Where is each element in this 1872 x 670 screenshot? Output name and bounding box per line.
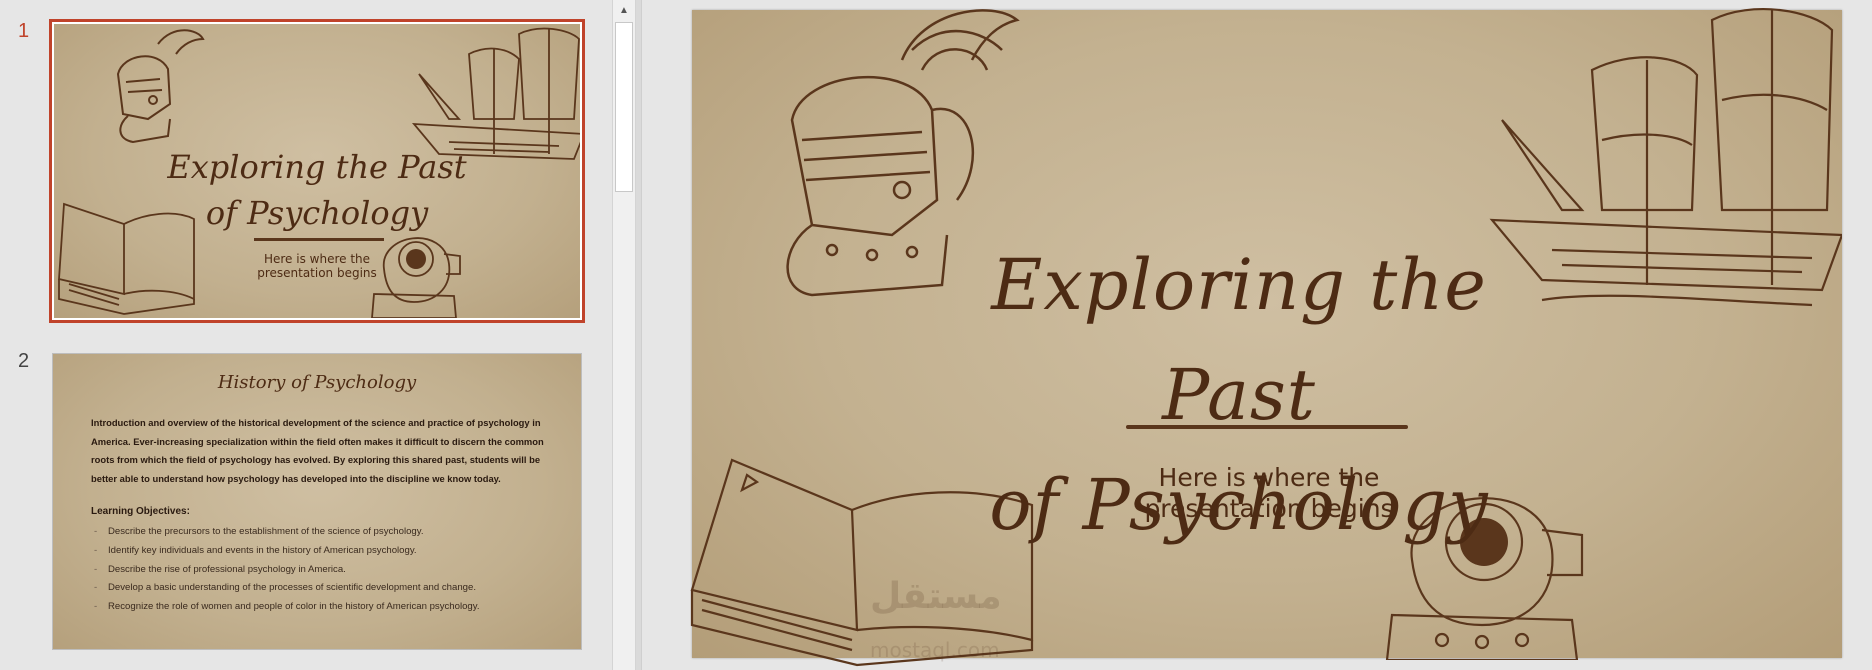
- slide-1-title: Exploring the Past of Psychology: [54, 144, 580, 236]
- thumbnail-scrollbar[interactable]: ▲: [612, 0, 636, 670]
- objective-item: Develop a basic understanding of the pro…: [91, 579, 561, 598]
- slide-number-2: 2: [18, 350, 30, 372]
- slide-1-title-line-2: of Psychology: [205, 194, 429, 232]
- intro-line: better able to understand how psychology…: [91, 472, 501, 484]
- objective-item: Describe the rise of professional psycho…: [91, 561, 561, 580]
- slide-1-subtitle-line-2: presentation begins: [257, 266, 377, 280]
- slide-1-subtitle: Here is where the presentation begins: [54, 252, 580, 280]
- slide-thumbnail-2[interactable]: History of Psychology Introduction and o…: [52, 353, 582, 650]
- scrollbar-thumb[interactable]: [615, 22, 633, 192]
- main-subtitle-line-1: Here is where the: [1158, 463, 1380, 492]
- intro-line: America. Ever-increasing specialization …: [91, 435, 544, 447]
- main-slide-subtitle[interactable]: Here is where the presentation begins: [1024, 462, 1514, 524]
- slide-thumbnail-1[interactable]: Exploring the Past of Psychology Here is…: [49, 19, 585, 323]
- knight-helmet-icon: [116, 29, 205, 144]
- objective-item: Identify key individuals and events in t…: [91, 542, 561, 561]
- watermark-url: mostaql.com: [870, 638, 1000, 662]
- slide-1-title-line-1: Exploring the Past: [167, 148, 467, 186]
- scroll-up-arrow-icon[interactable]: ▲: [613, 0, 635, 20]
- slide-1-title-underline: [254, 238, 384, 241]
- objective-item: Describe the precursors to the establish…: [91, 523, 561, 542]
- slide-2-intro: Introduction and overview of the histori…: [91, 414, 549, 488]
- slide-thumbnail-pane: 1 Exploring the Past of Psychology Here …: [0, 0, 612, 670]
- intro-line: Introduction and overview of the histori…: [91, 417, 541, 428]
- learning-objectives-heading: Learning Objectives:: [91, 506, 190, 517]
- slide-editing-canvas: Exploring the Past of Psychology Here is…: [642, 0, 1872, 670]
- intro-line: roots from which the field of psychology…: [91, 454, 541, 465]
- slide-number-1: 1: [18, 20, 30, 42]
- main-subtitle-line-2: presentation begins: [1144, 494, 1394, 523]
- watermark: مستقل: [870, 576, 1002, 617]
- learning-objectives-list: Describe the precursors to the establish…: [91, 523, 561, 617]
- objective-item: Recognize the role of women and people o…: [91, 598, 561, 617]
- main-title-underline: [1126, 425, 1408, 429]
- slide-1-subtitle-line-1: Here is where the: [263, 252, 371, 266]
- main-slide[interactable]: Exploring the Past of Psychology Here is…: [690, 8, 1842, 667]
- main-title-line-1: Exploring the Past: [991, 244, 1487, 436]
- slide-2-title: History of Psychology: [217, 372, 417, 393]
